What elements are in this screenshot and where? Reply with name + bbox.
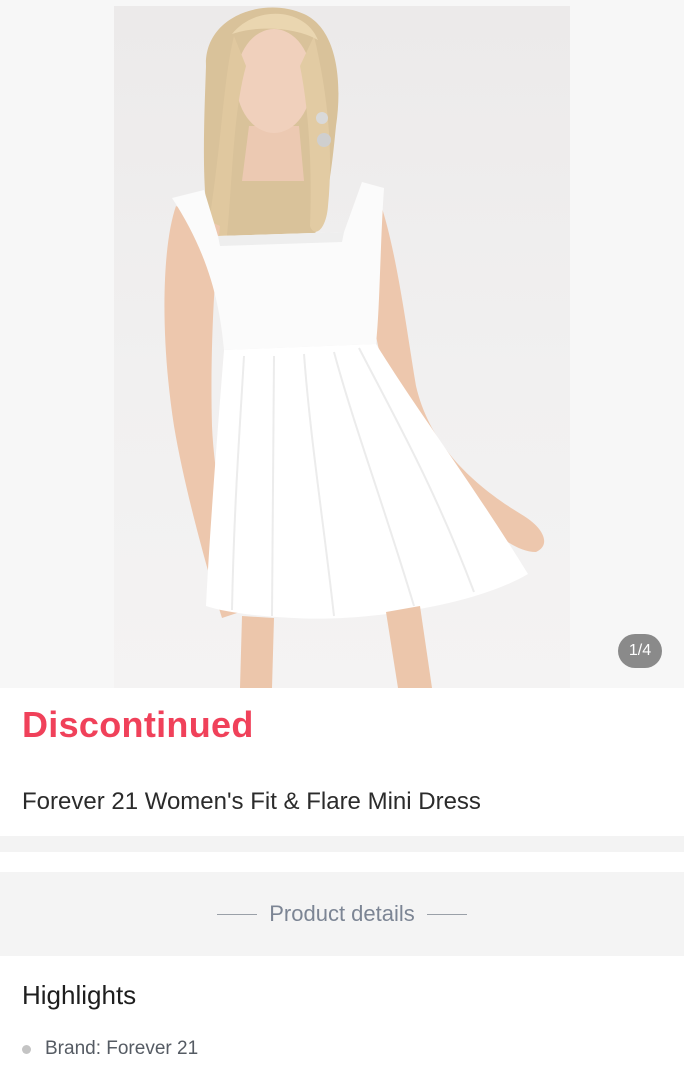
- divider-line-right: [426, 913, 467, 915]
- bullet-icon: [22, 1044, 31, 1054]
- divider-line-left: [217, 913, 258, 915]
- product-title: Forever 21 Women's Fit & Flare Mini Dres…: [22, 788, 481, 815]
- product-details-header: Product details: [0, 872, 684, 956]
- highlights-heading: Highlights: [22, 980, 137, 1010]
- section-divider: [0, 836, 684, 852]
- product-details-label: Product details: [269, 901, 415, 926]
- image-counter-badge[interactable]: 1/4: [618, 634, 662, 668]
- product-summary: Discontinued Forever 21 Women's Fit & Fl…: [0, 688, 684, 836]
- highlight-text: Brand: Forever 21: [45, 1038, 199, 1059]
- section-spacer: [0, 852, 684, 872]
- product-photo: [164, 7, 545, 688]
- availability-status: Discontinued: [22, 704, 254, 745]
- product-image-gallery[interactable]: 1/4: [0, 0, 684, 688]
- product-page: 1/4 Discontinued Forever 21 Women's Fit …: [0, 0, 684, 1080]
- highlight-item: Brand: Forever 21: [22, 1038, 198, 1060]
